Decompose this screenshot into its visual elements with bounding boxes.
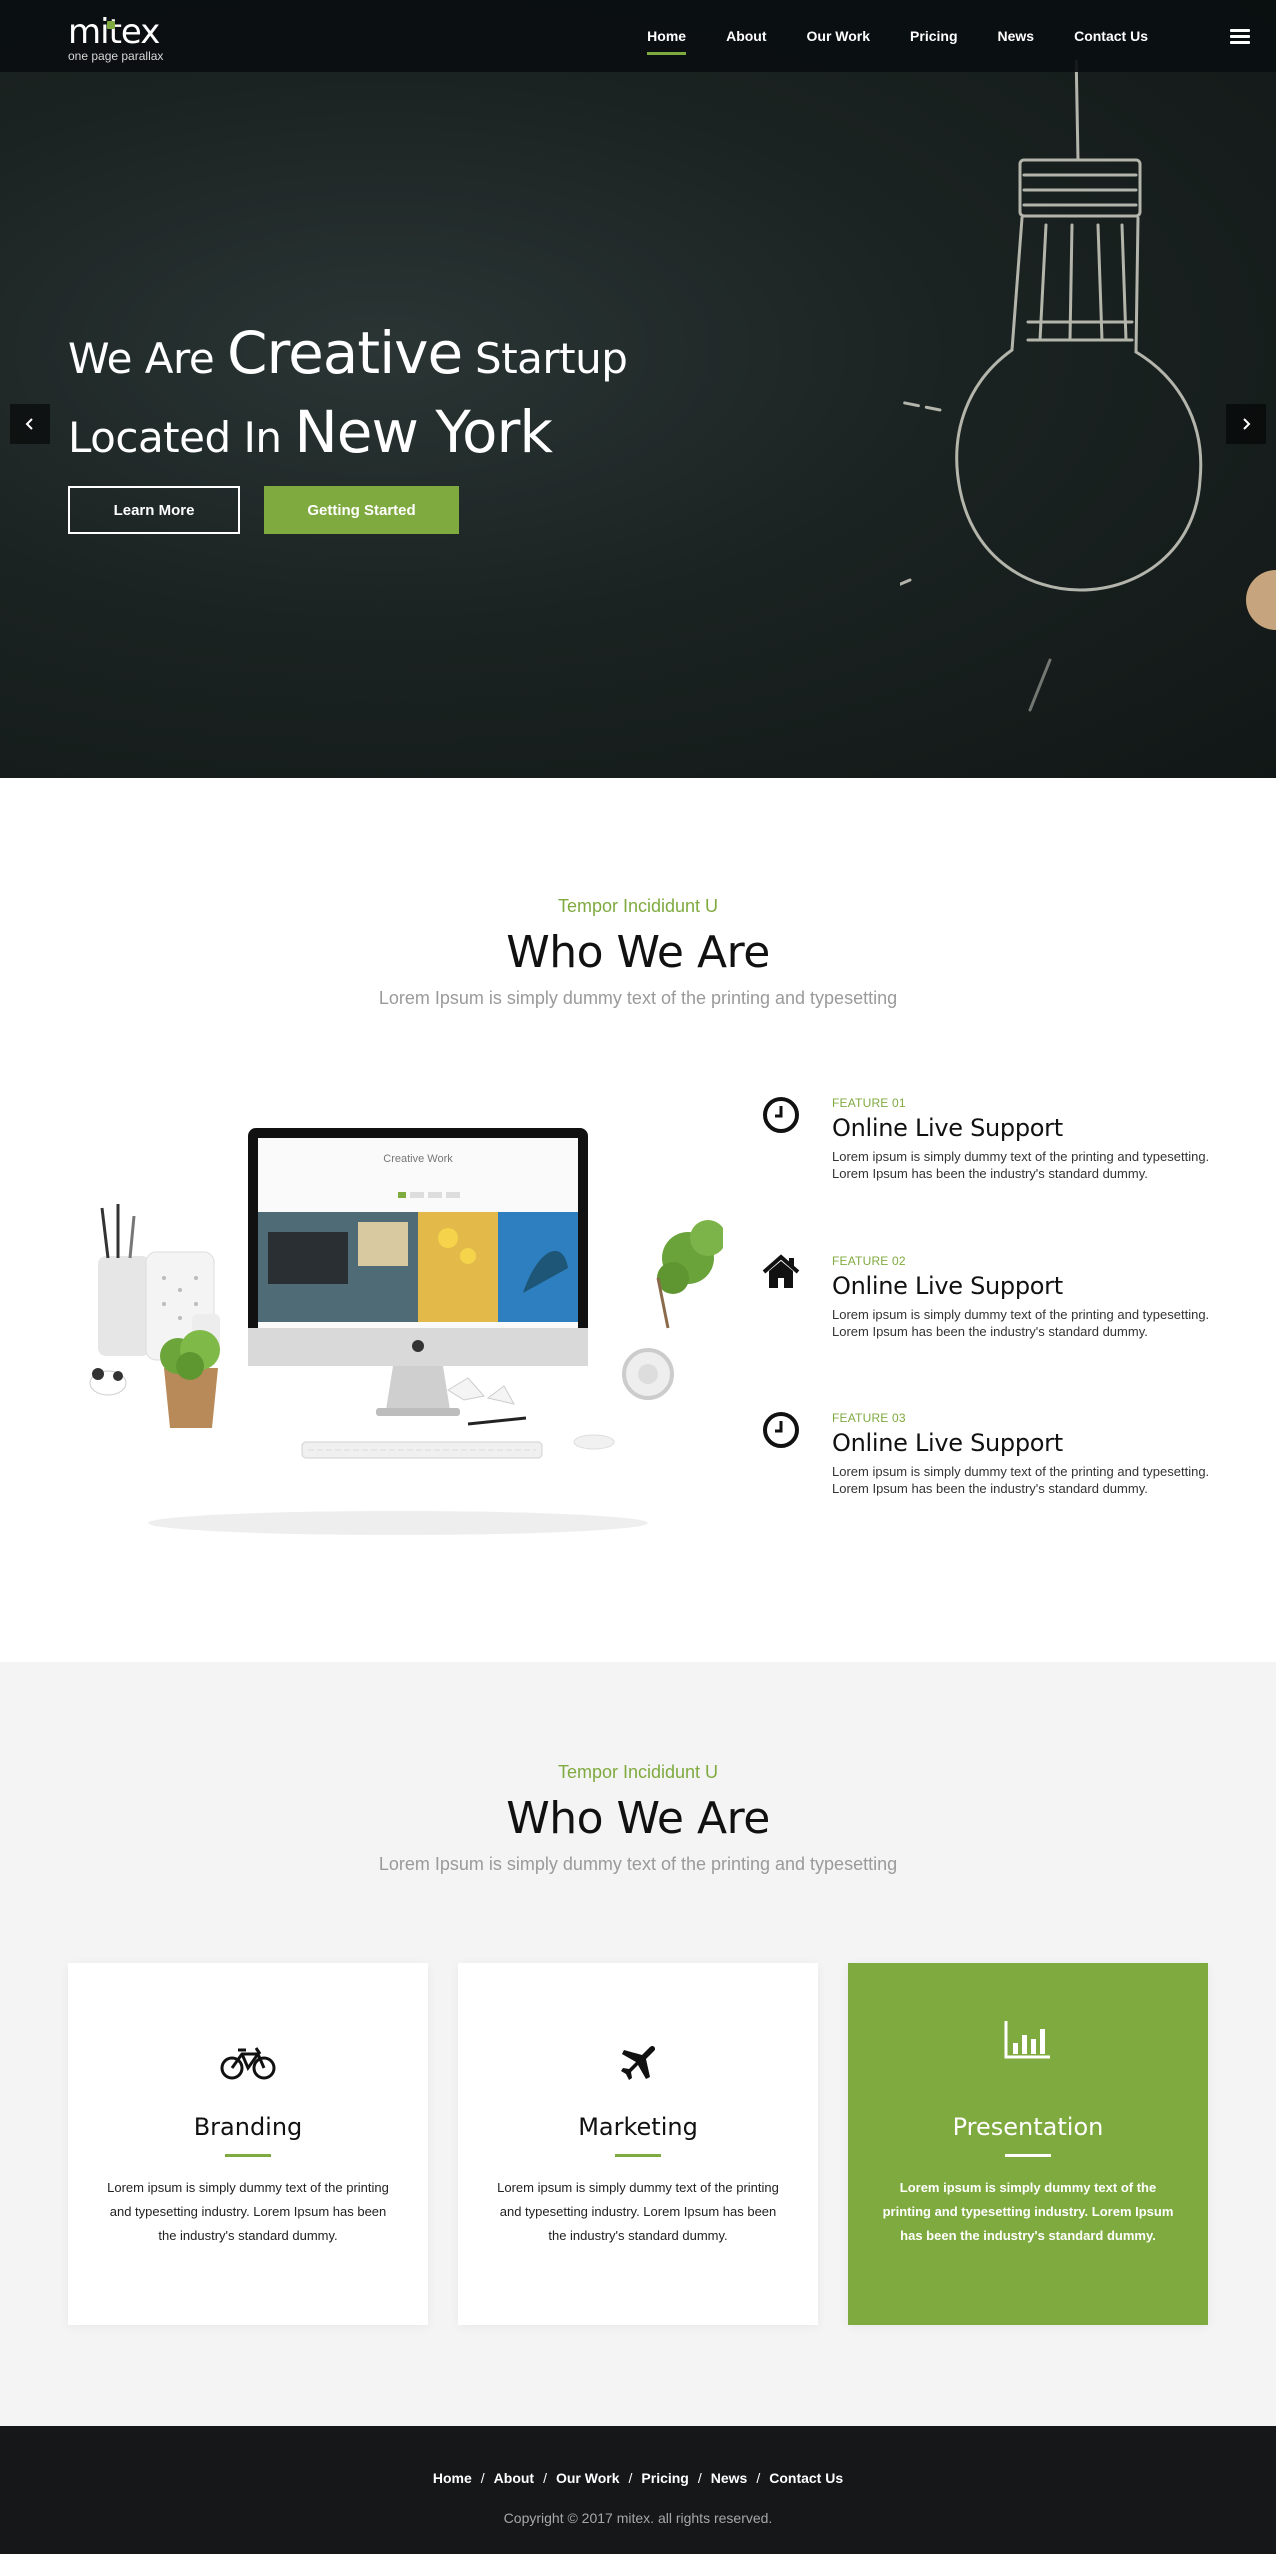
site-footer: Home / About / Our Work / Pricing / News / Contact… bbox=[0, 2426, 1276, 2554]
chevron-left-icon bbox=[25, 418, 33, 430]
footer-link-news[interactable]: News bbox=[711, 2470, 748, 2486]
feature-label: FEATURE 02 bbox=[832, 1254, 906, 1268]
card-divider bbox=[1005, 2154, 1051, 2157]
lightbulb-illustration bbox=[900, 60, 1276, 712]
copyright-text: Copyright © 2017 mitex. all rights reser… bbox=[503, 2510, 773, 2526]
feature-title: Online Live Support bbox=[832, 1114, 1063, 1142]
services-section: Tempor Incididunt U Who We Are Lorem Ips… bbox=[0, 1662, 1276, 2426]
footer-link-pricing[interactable]: Pricing bbox=[641, 2470, 688, 2486]
card-icon-wrap bbox=[458, 2043, 818, 2083]
about-title: Who We Are bbox=[506, 927, 770, 978]
nav-item-about[interactable]: About bbox=[726, 28, 766, 44]
hero-line-2-prefix: Located In bbox=[68, 413, 295, 462]
feature-description: Lorem ipsum is simply dummy text of the … bbox=[832, 1464, 1210, 1496]
hero-line-1-prefix: We Are bbox=[68, 334, 228, 383]
feature-title: Online Live Support bbox=[832, 1429, 1063, 1457]
hamburger-bar bbox=[1230, 29, 1250, 32]
logo-accent-dot bbox=[107, 21, 115, 29]
logo-tagline: one page parallax bbox=[68, 49, 164, 63]
site-header: mitex one page parallax Home About Our W… bbox=[0, 0, 1276, 72]
about-eyebrow: Tempor Incididunt U bbox=[557, 896, 719, 916]
about-subtitle: Lorem Ipsum is simply dummy text of the … bbox=[378, 988, 898, 1008]
nav-item-news[interactable]: News bbox=[998, 28, 1035, 44]
service-card-branding[interactable]: Branding Lorem ipsum is simply dummy tex… bbox=[68, 1963, 428, 2325]
hamburger-bar bbox=[1230, 35, 1250, 38]
feature-title: Online Live Support bbox=[832, 1272, 1063, 1300]
feature-description: Lorem ipsum is simply dummy text of the … bbox=[832, 1149, 1210, 1181]
feature-label: FEATURE 03 bbox=[832, 1411, 906, 1425]
card-text: Lorem ipsum is simply dummy text of the … bbox=[497, 2180, 779, 2243]
site-logo[interactable]: mitex one page parallax bbox=[68, 14, 163, 62]
card-divider bbox=[615, 2154, 661, 2157]
footer-separator: / bbox=[756, 2470, 761, 2486]
hero-line-2-highlight: New York bbox=[294, 398, 553, 466]
chevron-right-icon bbox=[1243, 418, 1251, 430]
card-text: Lorem ipsum is simply dummy text of the … bbox=[107, 2180, 389, 2243]
footer-separator: / bbox=[697, 2470, 702, 2486]
slider-next-button[interactable] bbox=[1226, 404, 1266, 444]
feature-label: FEATURE 01 bbox=[832, 1096, 906, 1110]
logo-wordmark: mitex bbox=[68, 12, 160, 52]
hero-section: We Are Creative Startup Located In New Y… bbox=[0, 0, 1276, 778]
nav-item-contact-us[interactable]: Contact Us bbox=[1074, 28, 1148, 44]
card-icon-wrap bbox=[848, 2019, 1208, 2059]
hero-line-1-highlight: Creative bbox=[227, 319, 463, 387]
home-icon bbox=[762, 1254, 800, 1288]
nav-item-pricing[interactable]: Pricing bbox=[910, 28, 957, 44]
footer-separator: / bbox=[628, 2470, 633, 2486]
feature-text: FEATURE 02 Online Live Support Lorem ips… bbox=[832, 1254, 1222, 1340]
hero-line-1: We Are Creative Startup bbox=[68, 318, 628, 397]
services-subtitle: Lorem Ipsum is simply dummy text of the … bbox=[378, 1854, 898, 1874]
footer-separator: / bbox=[543, 2470, 547, 2486]
hamburger-icon[interactable] bbox=[1230, 29, 1250, 45]
footer-link-home[interactable]: Home bbox=[433, 2470, 472, 2486]
nav-item-our-work[interactable]: Our Work bbox=[807, 28, 871, 44]
main-nav: Home About Our Work Pricing News Contact… bbox=[607, 28, 1148, 55]
learn-more-button[interactable]: Learn More bbox=[68, 486, 240, 534]
bar-chart-icon bbox=[1004, 2021, 1050, 2059]
services-title: Who We Are bbox=[506, 1793, 770, 1844]
bicycle-icon bbox=[220, 2047, 276, 2080]
card-title: Marketing bbox=[578, 2113, 698, 2141]
feature-text: FEATURE 01 Online Live Support Lorem ips… bbox=[832, 1096, 1222, 1182]
clock-icon bbox=[763, 1412, 799, 1448]
services-heading: Tempor Incididunt U Who We Are Lorem Ips… bbox=[0, 1762, 1276, 1875]
airplane-icon bbox=[621, 2045, 656, 2080]
desk-mockup-image: Creative Work bbox=[89, 1128, 723, 1535]
footer-link-our-work[interactable]: Our Work bbox=[556, 2470, 620, 2486]
about-section: Tempor Incididunt U Who We Are Lorem Ips… bbox=[0, 778, 1276, 1662]
hero-line-1-suffix: Startup bbox=[462, 334, 628, 383]
card-icon-wrap bbox=[68, 2043, 428, 2083]
card-text: Lorem ipsum is simply dummy text of the … bbox=[882, 2180, 1174, 2243]
hero-line-2: Located In New York bbox=[68, 397, 627, 476]
monitor-screen-title: Creative Work bbox=[383, 1153, 453, 1165]
about-heading: Tempor Incididunt U Who We Are Lorem Ips… bbox=[0, 896, 1276, 1009]
service-card-marketing[interactable]: Marketing Lorem ipsum is simply dummy te… bbox=[458, 1963, 818, 2325]
card-divider bbox=[225, 2154, 271, 2157]
footer-separator: / bbox=[480, 2470, 485, 2486]
service-card-presentation[interactable]: Presentation Lorem ipsum is simply dummy… bbox=[848, 1963, 1208, 2325]
hero-headline: We Are Creative Startup Located In New Y… bbox=[68, 318, 628, 476]
clock-icon bbox=[763, 1097, 799, 1133]
footer-link-contact-us[interactable]: Contact Us bbox=[769, 2470, 843, 2486]
feature-text: FEATURE 03 Online Live Support Lorem ips… bbox=[832, 1411, 1222, 1497]
feature-description: Lorem ipsum is simply dummy text of the … bbox=[832, 1307, 1210, 1339]
slider-prev-button[interactable] bbox=[10, 404, 50, 444]
card-title: Presentation bbox=[952, 2113, 1104, 2141]
footer-nav: Home / About / Our Work / Pricing / News / Contact… bbox=[0, 2470, 1276, 2486]
footer-link-about[interactable]: About bbox=[494, 2470, 534, 2486]
getting-started-button[interactable]: Getting Started bbox=[264, 486, 459, 534]
hamburger-bar bbox=[1230, 41, 1250, 44]
nav-item-home[interactable]: Home bbox=[647, 28, 686, 55]
services-eyebrow: Tempor Incididunt U bbox=[557, 1762, 719, 1782]
card-title: Branding bbox=[193, 2113, 303, 2141]
